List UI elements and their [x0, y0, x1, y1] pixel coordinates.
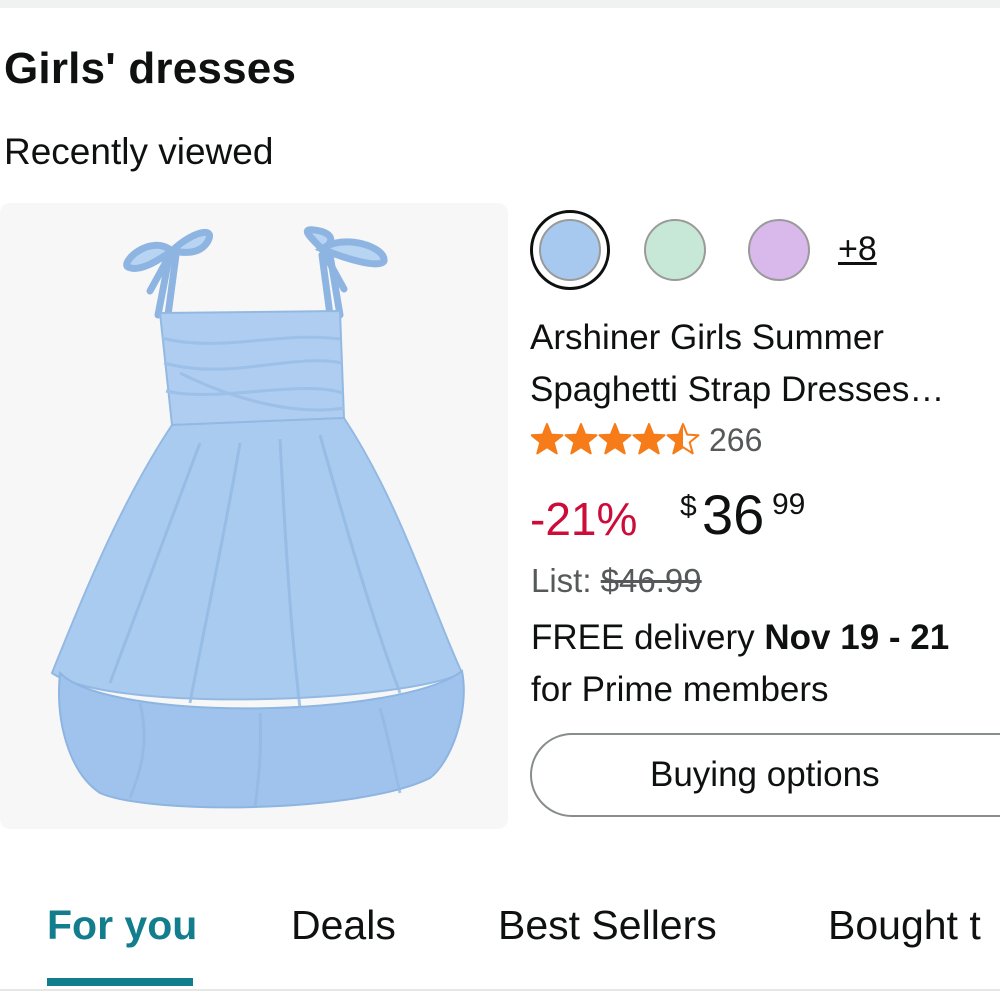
product-title-line-2: Spaghetti Strap Dresses… [530, 370, 945, 409]
product-image[interactable] [0, 203, 508, 829]
price-currency-symbol: $ [680, 490, 697, 523]
price-fraction: 99 [772, 488, 806, 521]
tab-bought-together[interactable]: Bought t [828, 902, 981, 949]
review-count: 266 [709, 422, 763, 458]
tab-best-sellers[interactable]: Best Sellers [498, 902, 717, 949]
buying-options-label: Buying options [650, 755, 880, 794]
swatch-lavender[interactable] [748, 219, 810, 281]
section-subtitle: Recently viewed [4, 131, 274, 172]
list-price-value: $46.99 [600, 562, 702, 599]
top-divider [0, 0, 1000, 8]
buying-options-button[interactable]: Buying options [530, 733, 1000, 817]
tab-for-you[interactable]: For you [47, 902, 197, 949]
delivery-info: FREE delivery Nov 19 - 21 for Prime memb… [531, 612, 949, 716]
dress-illustration [50, 226, 465, 809]
delivery-dates: Nov 19 - 21 [764, 618, 950, 657]
swatch-mint-green[interactable] [644, 219, 706, 281]
list-price-label: List: [531, 562, 592, 599]
bottom-divider [0, 989, 1000, 991]
delivery-suffix: for Prime members [531, 670, 829, 709]
list-price: List: $46.99 [531, 562, 702, 600]
active-tab-indicator [47, 978, 193, 986]
delivery-prefix: FREE delivery [531, 618, 765, 657]
section-title: Girls' dresses [4, 44, 297, 93]
category-tabs: For you Deals Best Sellers Bought t [0, 880, 1000, 1000]
star-rating-icon [531, 423, 700, 455]
product-title-line-1: Arshiner Girls Summer [530, 318, 884, 357]
discount-percent: -21% [530, 493, 638, 545]
price-whole: 36 [702, 483, 765, 546]
more-colors-link[interactable]: +8 [838, 230, 877, 269]
swatch-light-blue[interactable] [539, 219, 601, 281]
product-title[interactable]: Arshiner Girls Summer Spaghetti Strap Dr… [530, 312, 1000, 416]
tab-deals[interactable]: Deals [291, 902, 396, 949]
